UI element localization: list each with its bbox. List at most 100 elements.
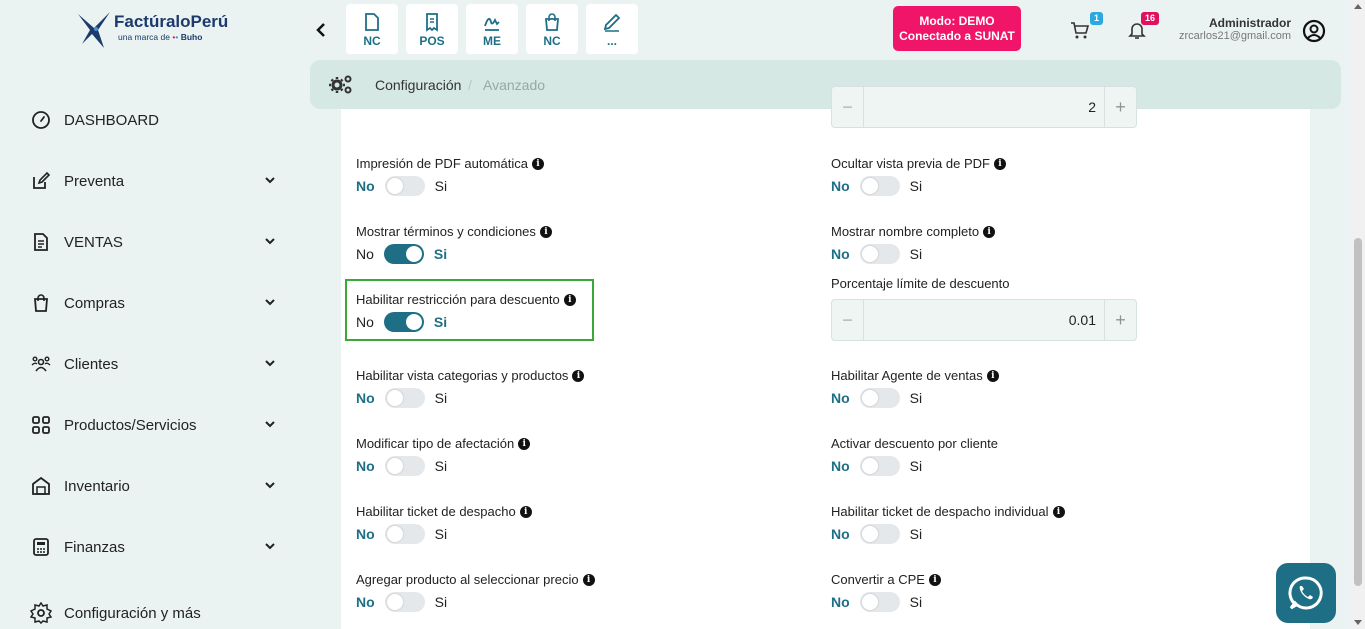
toggle-hide-pdf-preview[interactable]: No Si: [831, 176, 922, 196]
cart-icon: [1071, 22, 1090, 39]
info-icon[interactable]: i: [928, 573, 941, 586]
toggle-pdf-auto[interactable]: No Si: [356, 176, 447, 196]
breadcrumb-configuracion[interactable]: Configuración: [375, 77, 461, 93]
sidebar-item-label: Configuración y más: [64, 604, 201, 622]
whatsapp-icon: [1288, 576, 1323, 610]
setting-label-pdf-auto: Impresión de PDF automática i: [356, 156, 544, 171]
discount-limit-value[interactable]: 0.01: [1069, 312, 1096, 328]
chevron-down-icon: [265, 299, 275, 306]
info-icon[interactable]: i: [518, 437, 531, 450]
scroll-down-icon[interactable]: [1353, 619, 1363, 627]
user-email: zrcarlos21@gmail.com: [1178, 30, 1291, 42]
toggle-discount-restriction[interactable]: No Si: [356, 312, 447, 332]
grid-icon: [30, 414, 52, 436]
setting-label-dispatch-ticket: Habilitar ticket de despacho i: [356, 504, 532, 519]
chevron-down-icon: [265, 421, 275, 428]
info-icon[interactable]: i: [986, 369, 999, 382]
setting-label-hide-pdf-preview: Ocultar vista previa de PDF i: [831, 156, 1006, 171]
stepper-value: 2: [1088, 99, 1096, 115]
gear-icon: [30, 602, 52, 624]
warehouse-icon: [30, 475, 52, 497]
decrement-button[interactable]: −: [832, 87, 864, 127]
chevron-down-icon: [265, 482, 275, 489]
sidebar-item-configuracion[interactable]: Configuración y más: [30, 598, 280, 628]
collapse-sidebar-icon[interactable]: [312, 21, 330, 39]
calculator-icon: [30, 536, 52, 558]
toggle-sales-agent[interactable]: No Si: [831, 388, 922, 408]
receipt-icon: [426, 13, 438, 32]
chevron-down-icon: [265, 360, 275, 367]
chevron-down-icon: [265, 238, 275, 245]
shopping-bag-icon: [30, 292, 52, 314]
toggle-category-view[interactable]: No Si: [356, 388, 447, 408]
mode-demo-badge[interactable]: Modo: DEMO Conectado a SUNAT: [893, 6, 1021, 51]
sidebar-item-preventa[interactable]: Preventa: [30, 166, 280, 196]
file-icon: [365, 13, 379, 31]
discount-limit-label: Porcentaje límite de descuento: [831, 276, 1010, 291]
sidebar-item-label: Preventa: [64, 172, 125, 190]
info-icon[interactable]: i: [539, 225, 552, 238]
toggle-convert-cpe[interactable]: No Si: [831, 592, 922, 612]
setting-label-discount-restriction: Habilitar restricción para descuento i: [356, 292, 576, 307]
toggle-add-on-price[interactable]: No Si: [356, 592, 447, 612]
info-icon[interactable]: i: [519, 505, 532, 518]
sidebar-item-clientes[interactable]: Clientes: [30, 349, 280, 379]
breadcrumb: Configuración / Avanzado: [310, 60, 1341, 109]
quick-me-button[interactable]: ME: [466, 4, 518, 54]
breadcrumb-avanzado: Avanzado: [483, 77, 546, 93]
sidebar-item-compras[interactable]: Compras: [30, 288, 280, 318]
increment-button[interactable]: +: [1104, 87, 1136, 127]
quick-more-button[interactable]: ...: [586, 4, 638, 54]
setting-label-affectation-type: Modificar tipo de afectación i: [356, 436, 531, 451]
sidebar-item-dashboard[interactable]: DASHBOARD: [30, 105, 280, 135]
toggle-client-discount[interactable]: No Si: [831, 456, 922, 476]
scroll-up-icon[interactable]: [1353, 2, 1363, 10]
sidebar-item-productos[interactable]: Productos/Servicios: [30, 410, 280, 440]
info-icon[interactable]: i: [993, 157, 1006, 170]
info-icon[interactable]: i: [1052, 505, 1065, 518]
quick-pos-button[interactable]: POS: [406, 4, 458, 54]
setting-label-full-name: Mostrar nombre completo i: [831, 224, 996, 239]
shopping-bag-icon: [545, 13, 559, 31]
users-icon: [30, 353, 52, 375]
sidebar-item-label: Inventario: [64, 477, 130, 495]
sidebar-item-label: Productos/Servicios: [64, 416, 197, 434]
decrement-button[interactable]: −: [832, 300, 864, 340]
sidebar-item-label: Clientes: [64, 355, 119, 373]
whatsapp-button[interactable]: [1276, 563, 1336, 623]
sidebar-item-label: Compras: [64, 294, 125, 312]
discount-limit-stepper: − 0.01 +: [831, 299, 1137, 341]
toggle-dispatch-ticket[interactable]: No Si: [356, 524, 447, 544]
setting-label-category-view: Habilitar vista categorias y productos i: [356, 368, 585, 383]
notification-count-badge: 16: [1141, 12, 1160, 25]
brand-logo[interactable]: FactúraloPerú una marca de •• Buho: [74, 10, 234, 50]
scrollbar-thumb[interactable]: [1354, 238, 1362, 586]
cart-button[interactable]: [1070, 20, 1092, 42]
quick-nc-button[interactable]: NC: [346, 4, 398, 54]
sidebar-item-inventario[interactable]: Inventario: [30, 471, 280, 501]
info-icon[interactable]: i: [572, 369, 585, 382]
toggle-full-name[interactable]: No Si: [831, 244, 922, 264]
quick-nc-purchase-button[interactable]: NC: [526, 4, 578, 54]
brand-subtitle: una marca de •• Buho: [118, 32, 203, 42]
info-icon[interactable]: i: [983, 225, 996, 238]
sidebar-item-finanzas[interactable]: Finanzas: [30, 532, 280, 562]
pen-icon: [603, 13, 621, 32]
info-icon[interactable]: i: [531, 157, 544, 170]
info-icon[interactable]: i: [582, 573, 595, 586]
toggle-individual-dispatch[interactable]: No Si: [831, 524, 922, 544]
user-avatar-icon[interactable]: [1302, 19, 1326, 43]
chevron-down-icon: [265, 543, 275, 550]
setting-label-add-on-price: Agregar producto al seleccionar precio i: [356, 572, 595, 587]
document-icon: [30, 231, 52, 253]
info-icon[interactable]: i: [563, 293, 576, 306]
increment-button[interactable]: +: [1104, 300, 1136, 340]
sidebar-item-ventas[interactable]: VENTAS: [30, 227, 280, 257]
toggle-affectation-type[interactable]: No Si: [356, 456, 447, 476]
setting-label-client-discount: Activar descuento por cliente: [831, 436, 998, 451]
brand-name: FactúraloPerú: [114, 12, 229, 31]
setting-label-individual-dispatch: Habilitar ticket de despacho individual i: [831, 504, 1065, 519]
toggle-terms[interactable]: No Si: [356, 244, 447, 264]
sidebar-item-label: Finanzas: [64, 538, 125, 556]
breadcrumb-separator: /: [468, 77, 472, 93]
